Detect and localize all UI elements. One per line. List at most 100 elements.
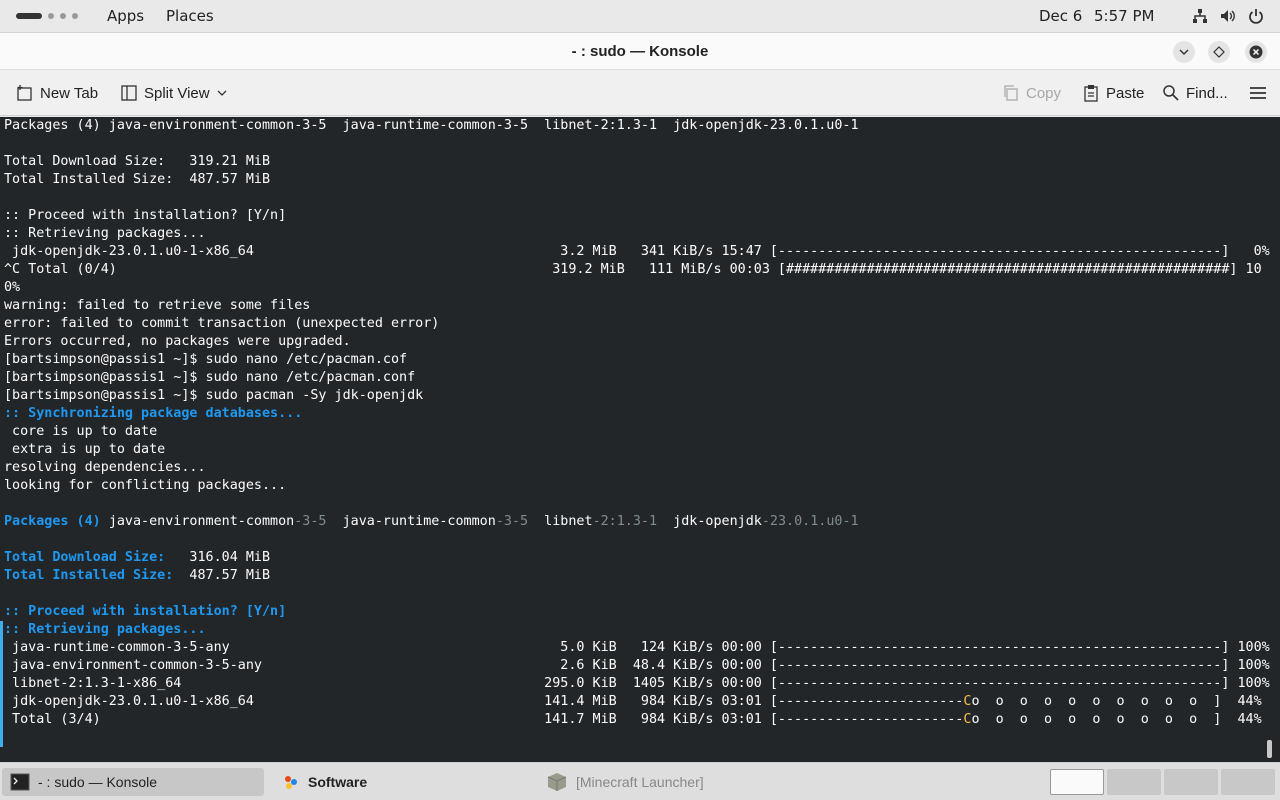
scrollbar-thumb[interactable]: [1267, 740, 1272, 758]
volume-icon[interactable]: [1220, 8, 1236, 24]
konsole-toolbar: New Tab Split View Copy Paste Find...: [0, 70, 1280, 116]
terminal-view[interactable]: Packages (4) java-environment-common-3-5…: [0, 117, 1280, 762]
terminal-line: :: Synchronizing package databases...: [4, 405, 1270, 423]
terminal-segment: Errors occurred, no packages were upgrad…: [4, 334, 351, 349]
terminal-segment: 487.57 MiB: [173, 568, 271, 583]
terminal-line: 0%: [4, 279, 1270, 297]
terminal-segment: o o o o o o o o o o ] 44%: [971, 694, 1262, 709]
terminal-line: resolving dependencies...: [4, 459, 1270, 477]
split-view-label: Split View: [144, 84, 210, 102]
terminal-segment: [bartsimpson@passis1 ~]$ sudo nano /etc/…: [4, 352, 408, 367]
close-button[interactable]: [1245, 41, 1267, 63]
window-titlebar[interactable]: - : sudo — Konsole: [0, 32, 1280, 70]
terminal-line: looking for conflicting packages...: [4, 477, 1270, 495]
paste-button[interactable]: Paste: [1082, 82, 1144, 104]
terminal-segment: :: Retrieving packages...: [4, 226, 206, 241]
terminal-segment: :: Proceed with installation? [Y/n]: [4, 208, 287, 223]
copy-button[interactable]: Copy: [1002, 82, 1061, 104]
terminal-line: java-environment-common-3-5-any 2.6 KiB …: [4, 657, 1270, 675]
apps-menu[interactable]: Apps: [107, 7, 144, 25]
terminal-segment: ^C Total (0/4) 319.2 MiB 111 MiB/s 00:03…: [4, 262, 1262, 277]
split-view-icon: [121, 85, 137, 101]
terminal-line: :: Retrieving packages...: [4, 621, 1270, 639]
terminal-line: Total Installed Size: 487.57 MiB: [4, 567, 1270, 585]
chevron-down-icon: [1179, 49, 1189, 55]
terminal-segment: warning: failed to retrieve some files: [4, 298, 311, 313]
terminal-line: jdk-openjdk-23.0.1.u0-1-x86_64 3.2 MiB 3…: [4, 243, 1270, 261]
new-tab-label: New Tab: [40, 84, 99, 102]
maximize-button[interactable]: [1208, 41, 1230, 63]
new-tab-button[interactable]: New Tab: [16, 82, 98, 104]
terminal-segment: java-runtime-common-3-5-any 5.0 KiB 124 …: [4, 640, 1270, 655]
workspace-4[interactable]: [1221, 769, 1275, 795]
terminal-segment: jdk-openjdk: [657, 514, 762, 529]
minecraft-icon: [547, 773, 567, 791]
close-icon: [1249, 45, 1263, 59]
terminal-segment: Total Installed Size:: [4, 568, 174, 583]
find-button[interactable]: Find...: [1162, 82, 1228, 104]
terminal-line: warning: failed to retrieve some files: [4, 297, 1270, 315]
places-menu[interactable]: Places: [166, 7, 214, 25]
terminal-segment: java-environment-common: [108, 514, 295, 529]
network-icon[interactable]: [1192, 8, 1208, 24]
hamburger-menu-icon: [1250, 87, 1266, 99]
hamburger-menu-button[interactable]: [1249, 82, 1267, 104]
workspace-3[interactable]: [1164, 769, 1218, 795]
minimize-button[interactable]: [1173, 41, 1195, 63]
terminal-segment: 0%: [4, 280, 21, 295]
terminal-segment: libnet: [528, 514, 593, 529]
terminal-line: extra is up to date: [4, 441, 1270, 459]
terminal-line: [bartsimpson@passis1 ~]$ sudo nano /etc/…: [4, 369, 1270, 387]
terminal-line: core is up to date: [4, 423, 1270, 441]
terminal-segment: libnet-2:1.3-1-x86_64 295.0 KiB 1405 KiB…: [4, 676, 1270, 691]
terminal-segment: -2:1.3-1: [592, 514, 658, 529]
task-minecraft-launcher[interactable]: [Minecraft Launcher]: [538, 768, 798, 796]
terminal-segment: jdk-openjdk-23.0.1.u0-1-x86_64 141.4 MiB…: [4, 694, 964, 709]
terminal-segment: core is up to date: [4, 424, 158, 439]
terminal-line: [bartsimpson@passis1 ~]$ sudo nano /etc/…: [4, 351, 1270, 369]
task-konsole[interactable]: - : sudo — Konsole: [2, 768, 264, 796]
new-tab-icon: [17, 85, 32, 101]
terminal-line: libnet-2:1.3-1-x86_64 295.0 KiB 1405 KiB…: [4, 675, 1270, 693]
task-label: [Minecraft Launcher]: [576, 774, 704, 790]
terminal-segment: :: Retrieving packages...: [4, 622, 206, 637]
workspace-1[interactable]: [1050, 769, 1104, 795]
terminal-segment: Total Download Size: 319.21 MiB: [4, 154, 271, 169]
selection-marker: [0, 621, 3, 747]
terminal-icon: [10, 773, 30, 791]
terminal-segment: -3-5: [495, 514, 529, 529]
software-icon: [285, 776, 297, 789]
task-label: - : sudo — Konsole: [38, 774, 158, 790]
terminal-line: Total Download Size: 316.04 MiB: [4, 549, 1270, 567]
terminal-line: Total (3/4) 141.7 MiB 984 KiB/s 03:01 [-…: [4, 711, 1270, 729]
terminal-segment: error: failed to commit transaction (une…: [4, 316, 440, 331]
power-icon[interactable]: [1248, 8, 1264, 24]
split-view-button[interactable]: Split View: [120, 82, 228, 104]
window-title: - : sudo — Konsole: [571, 43, 709, 60]
terminal-segment: looking for conflicting packages...: [4, 478, 287, 493]
clock-time[interactable]: 5:57 PM: [1094, 7, 1154, 25]
terminal-segment: Packages (4) java-environment-common-3-5…: [4, 118, 859, 133]
terminal-segment: jdk-openjdk-23.0.1.u0-1-x86_64 3.2 MiB 3…: [4, 244, 1270, 259]
search-icon: [1163, 85, 1179, 101]
task-software[interactable]: Software: [274, 768, 524, 796]
terminal-segment: [bartsimpson@passis1 ~]$ sudo nano /etc/…: [4, 370, 416, 385]
task-label: Software: [308, 774, 368, 790]
terminal-line: :: Retrieving packages...: [4, 225, 1270, 243]
terminal-line: Total Download Size: 319.21 MiB: [4, 153, 1270, 171]
terminal-segment: o o o o o o o o o o ] 44%: [971, 712, 1262, 727]
activities-indicator[interactable]: [16, 13, 78, 19]
terminal-line: Errors occurred, no packages were upgrad…: [4, 333, 1270, 351]
paste-icon: [1084, 85, 1098, 102]
terminal-segment: Total (3/4) 141.7 MiB 984 KiB/s 03:01 [-…: [4, 712, 964, 727]
diamond-icon: [1213, 46, 1225, 58]
workspace-2[interactable]: [1107, 769, 1161, 795]
terminal-line: :: Proceed with installation? [Y/n]: [4, 207, 1270, 225]
clock-date[interactable]: Dec 6: [1039, 7, 1082, 25]
terminal-segment: Total Installed Size: 487.57 MiB: [4, 172, 271, 187]
terminal-line: Total Installed Size: 487.57 MiB: [4, 171, 1270, 189]
top-panel: Apps Places Dec 6 5:57 PM: [0, 0, 1280, 32]
